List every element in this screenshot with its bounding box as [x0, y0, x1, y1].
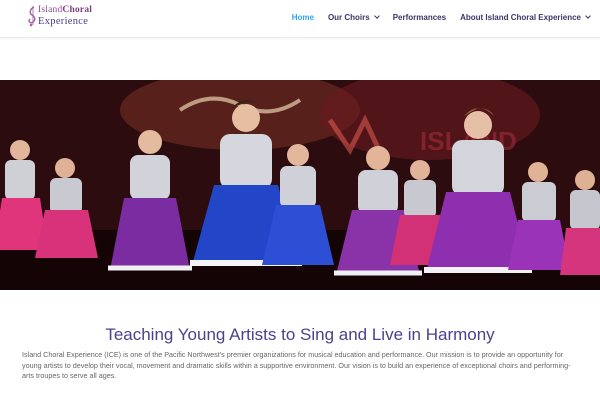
logo-experience: Experience [38, 16, 89, 27]
nav-about[interactable]: About Island Choral Experience [460, 12, 591, 22]
chevron-down-icon [373, 13, 380, 19]
main-nav: Home Our Choirs Performances About Islan… [278, 0, 591, 34]
nav-home-label: Home [291, 12, 314, 22]
site-header: IslandChoral Experience Home Our Choirs … [0, 0, 600, 38]
nav-performances-label: Performances [392, 12, 447, 22]
logo-wordmark: IslandChoral Experience [38, 5, 92, 27]
nav-our-choirs[interactable]: Our Choirs [327, 12, 380, 22]
hero-image: ISLAND [0, 80, 600, 290]
nav-our-choirs-label: Our Choirs [327, 12, 370, 22]
logo-island: Island [38, 5, 63, 15]
nav-home[interactable]: Home [292, 13, 314, 22]
intro-paragraph: Island Choral Experience (ICE) is one of… [22, 350, 571, 380]
performers-photo: ISLAND [0, 80, 600, 290]
site-logo[interactable]: IslandChoral Experience [26, 5, 121, 27]
page-title: Teaching Young Artists to Sing and Live … [105, 325, 495, 344]
chevron-down-icon [585, 13, 591, 19]
logo-choral: Choral [62, 5, 93, 15]
nav-about-label: About Island Choral Experience [460, 12, 581, 22]
nav-performances[interactable]: Performances [393, 13, 446, 22]
